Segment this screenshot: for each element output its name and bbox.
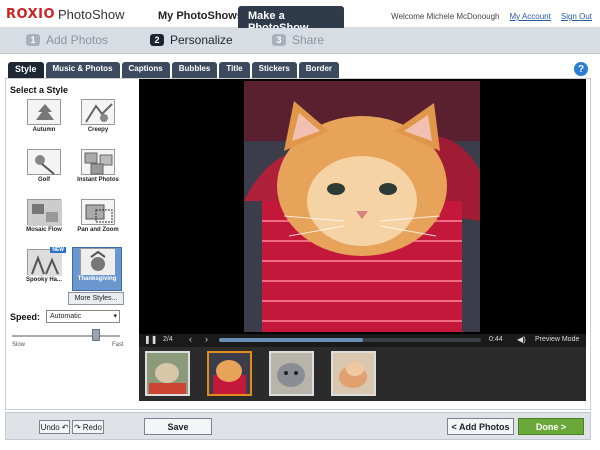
step-number: 3 [272,34,286,46]
tab-border[interactable]: Border [298,62,340,78]
step-bar: 1 Add Photos 2 Personalize 3 Share [0,28,600,54]
next-icon[interactable]: › [205,334,208,344]
step-share[interactable]: 3 Share [272,33,324,47]
speed-slider-handle[interactable] [92,329,100,341]
style-label: Autumn [32,127,56,133]
golf-thumbnail [27,149,61,175]
filmstrip-thumb-3[interactable] [269,351,314,396]
undo-label: Undo [40,422,60,432]
top-header: ROXIO PhotoShow My PhotoShows Make a Pho… [0,0,600,34]
step-label: Add Photos [46,33,109,47]
style-instant-photos[interactable]: Instant Photos [74,149,122,189]
filmstrip-thumb-1[interactable] [145,351,190,396]
account-links: Welcome Michele McDonough My Account Sig… [391,12,592,21]
bottom-bar: Undo ↶ ↷ Redo Save < Add Photos Done > [5,412,591,440]
style-autumn[interactable]: Autumn [20,99,68,139]
step-personalize[interactable]: 2 Personalize [150,33,233,47]
step-add-photos[interactable]: 1 Add Photos [26,33,108,47]
preview-mode-button[interactable]: Preview Mode [535,336,579,343]
style-label: Creepy [87,127,109,133]
style-spooky[interactable]: NEW Spooky Ha... [20,247,68,289]
style-mosaic-flow[interactable]: Mosaic Flow [20,199,68,239]
mosaic-flow-thumbnail [27,199,62,226]
tab-style[interactable]: Style [8,62,44,78]
thanksgiving-thumbnail [80,248,115,275]
tab-captions[interactable]: Captions [121,62,170,78]
style-label: Thanksgiving [77,276,117,282]
preview-area [139,79,586,334]
step-number: 1 [26,34,40,46]
filmstrip-thumb-2[interactable] [207,351,252,396]
style-creepy[interactable]: Creepy [74,99,122,139]
chevron-down-icon: ▾ [113,313,117,320]
volume-icon[interactable]: ◀) [517,335,526,344]
tab-bubbles[interactable]: Bubbles [171,62,218,78]
logo-brand: ROXIO [6,7,56,22]
style-label: Instant Photos [77,177,119,183]
logo-product: PhotoShow [58,7,125,22]
nav-make-photoshow[interactable]: Make a PhotoShow [238,6,344,34]
speed-label: Speed: [10,312,41,322]
player-controls: ❚❚ 2/4 ‹ › 0:44 ◀) Preview Mode [139,334,586,347]
step-number: 2 [150,34,164,46]
tab-title[interactable]: Title [219,62,250,78]
speed-slider-track[interactable] [12,335,120,337]
redo-button[interactable]: ↷ Redo [72,420,104,434]
style-panel: Select a Style Autumn Creepy Golf Instan… [6,79,136,409]
speed-select[interactable]: Automatic ▾ [46,310,120,323]
redo-icon: ↷ [74,422,81,432]
slow-label: Slow [12,342,26,348]
welcome-text: Welcome Michele McDonough [391,12,500,21]
my-account-link[interactable]: My Account [510,12,551,21]
filmstrip-thumb-4[interactable] [331,351,376,396]
more-styles-button[interactable]: More Styles... [68,292,124,305]
roxio-logo[interactable]: ROXIO PhotoShow [6,7,125,22]
preview-photo [244,81,480,332]
filmstrip [139,347,586,401]
undo-icon: ↶ [61,422,69,432]
speed-value: Automatic [50,313,82,320]
redo-label: Redo [82,422,102,432]
time-display: 0:44 [489,336,503,343]
progress-bar[interactable] [219,338,481,342]
personalize-tabs: Style Music & Photos Captions Bubbles Ti… [8,62,340,78]
progress-fill [219,338,364,342]
creepy-thumbnail [81,99,115,125]
style-label: Pan and Zoom [77,227,119,233]
style-label: Spooky Ha... [25,277,62,283]
step-label: Share [292,33,325,47]
new-badge: NEW [50,247,66,253]
pan-zoom-thumbnail [81,199,115,225]
slide-position: 2/4 [163,336,173,343]
editor-frame: Select a Style Autumn Creepy Golf Instan… [5,78,591,410]
pause-icon[interactable]: ❚❚ [144,335,157,344]
sign-out-link[interactable]: Sign Out [561,12,592,21]
save-button[interactable]: Save [144,418,212,435]
style-thanksgiving[interactable]: Thanksgiving [72,247,122,291]
undo-button[interactable]: Undo ↶ [39,420,70,434]
prev-icon[interactable]: ‹ [189,334,192,344]
tab-music-photos[interactable]: Music & Photos [45,62,120,78]
select-style-title: Select a Style [10,85,69,95]
step-label: Personalize [170,33,233,47]
instant-photos-thumbnail [81,149,115,175]
fast-label: Fast [112,342,124,348]
help-icon[interactable]: ? [574,62,588,76]
done-button[interactable]: Done > [518,418,584,435]
style-label: Mosaic Flow [26,227,62,233]
style-label: Golf [38,177,50,183]
tab-stickers[interactable]: Stickers [251,62,297,78]
style-pan-zoom[interactable]: Pan and Zoom [74,199,122,239]
autumn-thumbnail [27,99,61,125]
add-photos-button[interactable]: < Add Photos [447,418,514,435]
style-golf[interactable]: Golf [20,149,68,189]
